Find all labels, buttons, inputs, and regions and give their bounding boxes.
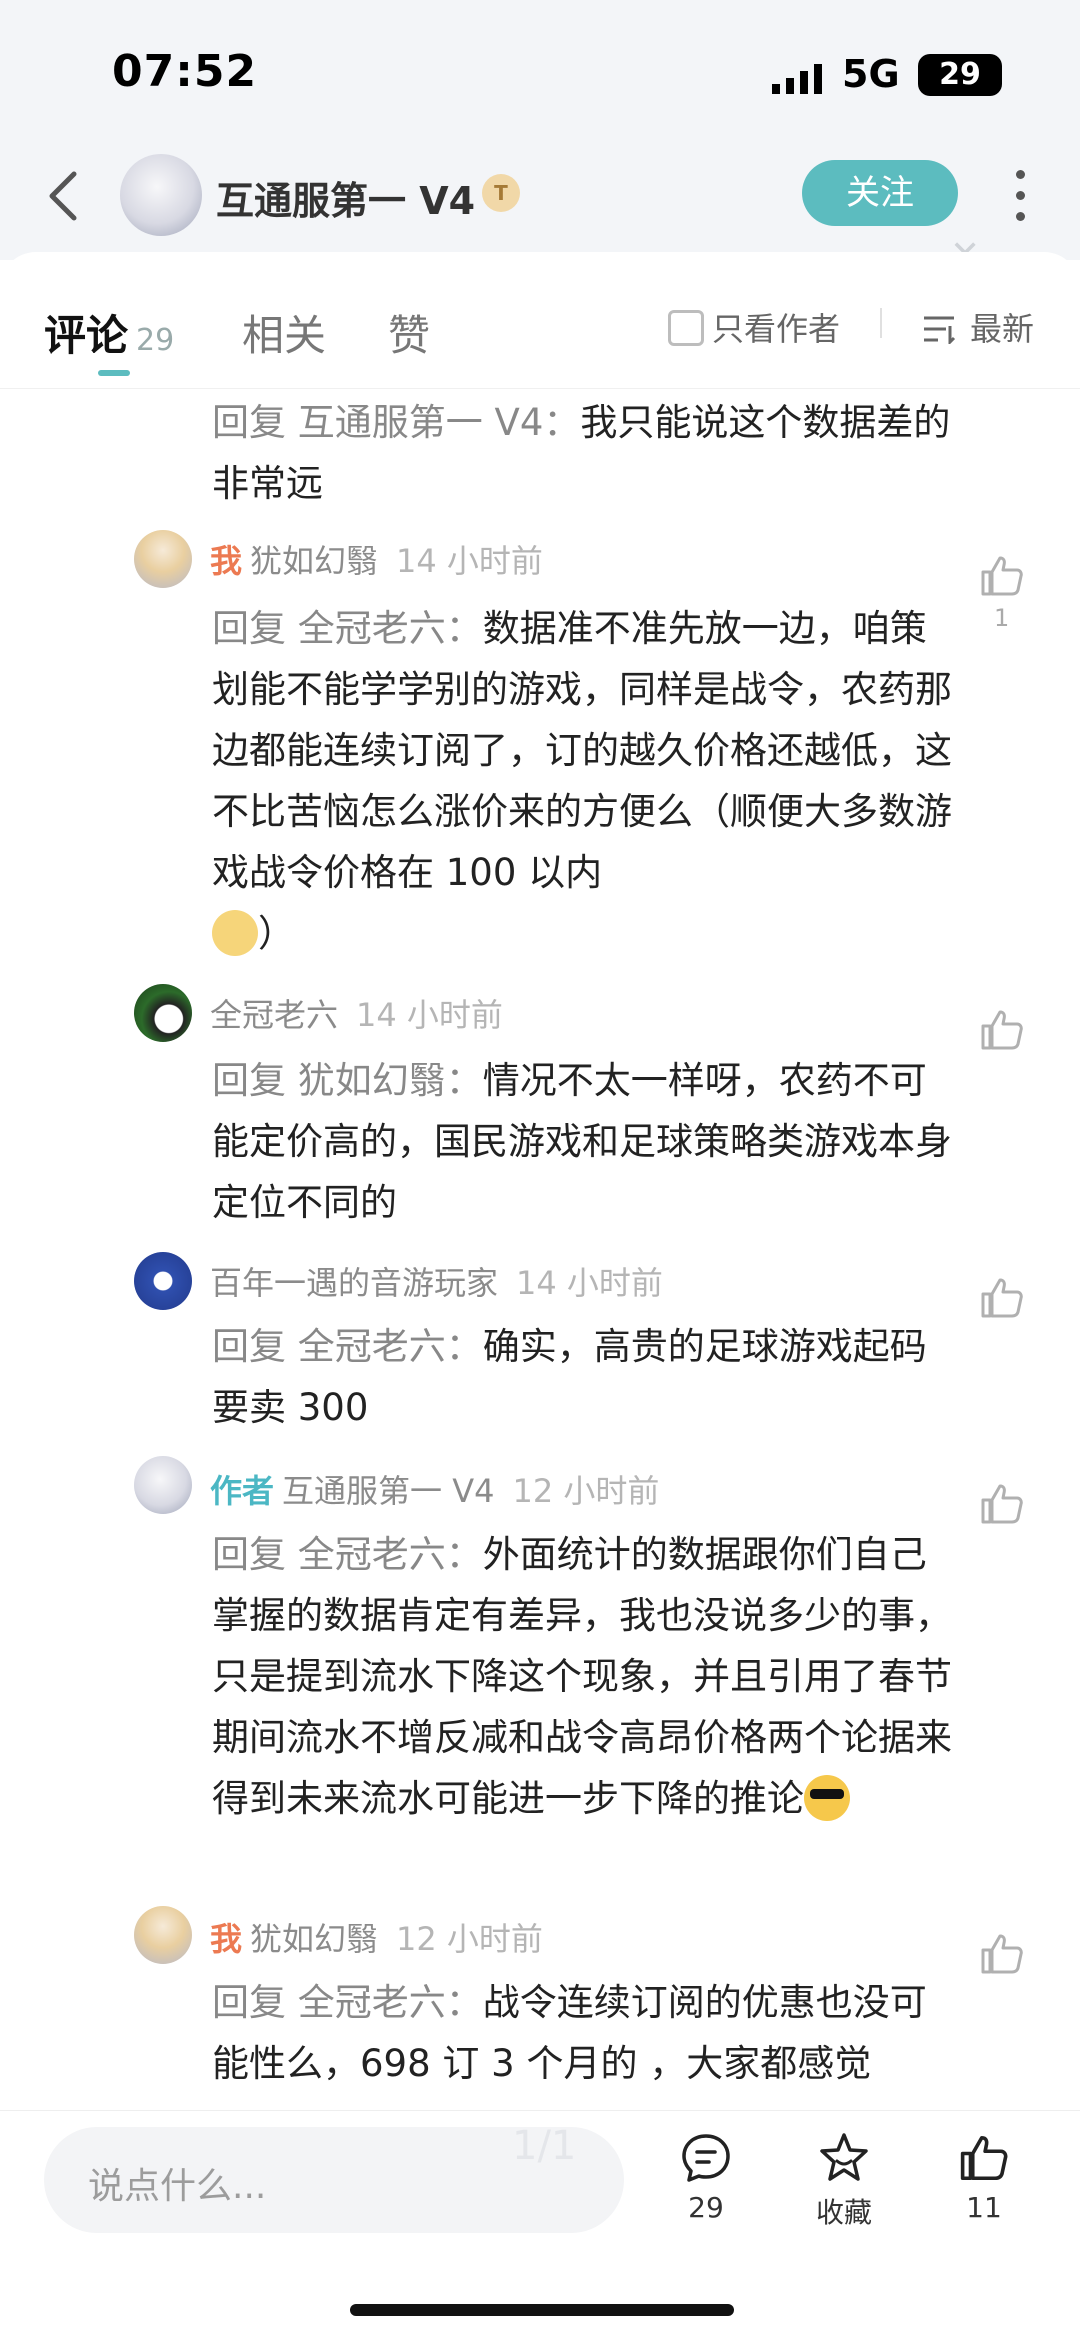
comment-time: 14 小时前 xyxy=(516,1264,663,1302)
comment-time: 14 小时前 xyxy=(356,996,503,1034)
reply-text[interactable]: 回复 全冠老六：外面统计的数据跟你们自己掌握的数据肯定有差异，我也没说多少的事，… xyxy=(212,1524,958,1829)
avatar[interactable] xyxy=(134,984,192,1042)
reply-prefix: 回复 全冠老六： xyxy=(212,1533,483,1576)
reply-text[interactable]: 回复 全冠老六：确实，高贵的足球游戏起码要卖 300 xyxy=(212,1316,958,1438)
thumbs-up-icon[interactable] xyxy=(978,1274,1026,1322)
comment-time: 14 小时前 xyxy=(396,542,543,580)
comment-tabs: 评论 29 相关 赞 只看作者 最新 xyxy=(0,252,1080,389)
thumbs-up-icon xyxy=(960,2135,1008,2181)
tab-comments[interactable]: 评论 29 xyxy=(44,302,174,363)
reply-text[interactable]: 回复 互通服第一 V4：我只能说这个数据差的非常远 xyxy=(212,392,958,514)
battery-indicator: 29 xyxy=(918,54,1002,96)
thumbs-up-icon[interactable] xyxy=(978,1930,1026,1978)
emoji-icon xyxy=(212,910,258,956)
only-author-toggle[interactable]: 只看作者 xyxy=(668,304,840,350)
comment-author[interactable]: 犹如幻翳 xyxy=(250,542,378,580)
thumbs-up-icon[interactable] xyxy=(978,1006,1026,1054)
sort-button[interactable]: 最新 xyxy=(922,304,1034,350)
avatar[interactable] xyxy=(134,1906,192,1964)
like-count: 1 xyxy=(994,604,1010,632)
reply-prefix: 回复 全冠老六： xyxy=(212,1325,483,1368)
reply-body: 数据准不准先放一边，咱策划能不能学学别的游戏，同样是战令，农药那边都能连续订阅了… xyxy=(212,607,952,894)
comment-meta: 全冠老六 14 小时前 xyxy=(210,990,503,1036)
comment-time: 12 小时前 xyxy=(512,1472,660,1510)
network-type: 5G xyxy=(842,52,900,96)
reply-prefix: 回复 全冠老六： xyxy=(212,607,483,650)
status-bar: 07:52 5G 29 xyxy=(0,0,1080,130)
reply-text[interactable]: 回复 犹如幻翳：情况不太一样呀，农药不可能定价高的，国民游戏和足球策略类游戏本身… xyxy=(212,1050,958,1233)
signal-icon xyxy=(772,64,822,94)
favorite-label: 收藏 xyxy=(815,2196,872,2229)
sort-label: 最新 xyxy=(970,310,1035,348)
back-arrow-icon[interactable] xyxy=(40,168,90,224)
author-avatar[interactable] xyxy=(120,154,202,236)
emoji-icon xyxy=(804,1775,850,1821)
comment-author[interactable]: 犹如幻翳 xyxy=(250,1920,378,1958)
only-author-label: 只看作者 xyxy=(712,310,841,348)
tab-related[interactable]: 相关 xyxy=(242,302,326,363)
divider xyxy=(880,308,882,338)
tab-comments-label: 评论 xyxy=(44,311,129,360)
reply-prefix: 回复 犹如幻翳： xyxy=(212,1059,483,1102)
comment-author[interactable]: 百年一遇的音游玩家 xyxy=(210,1264,498,1302)
author-tag: 作者 xyxy=(210,1472,275,1510)
comment-bubble-icon xyxy=(682,2134,730,2182)
me-tag: 我 xyxy=(210,1920,243,1958)
status-time: 07:52 xyxy=(112,46,258,97)
avatar[interactable] xyxy=(134,530,192,588)
comments-button[interactable]: 29 xyxy=(646,2131,766,2224)
profile-header: 互通服第一 V4 T 关注 xyxy=(0,140,1080,250)
like-count: 11 xyxy=(966,2191,1002,2224)
thumbs-up-icon[interactable] xyxy=(978,1480,1026,1528)
like-button[interactable]: 11 xyxy=(924,2131,1044,2224)
page-indicator: 1/1 xyxy=(512,2123,577,2169)
reply-body-tail: ） xyxy=(258,912,295,955)
comment-meta: 百年一遇的音游玩家 14 小时前 xyxy=(210,1258,663,1304)
thumbs-up-icon[interactable] xyxy=(978,552,1026,600)
comment-meta: 我犹如幻翳 12 小时前 xyxy=(210,1914,543,1960)
comment-time: 12 小时前 xyxy=(396,1920,543,1958)
reply-prefix: 回复 互通服第一 V4： xyxy=(212,401,581,444)
avatar[interactable] xyxy=(134,1456,192,1514)
reply-text[interactable]: 回复 全冠老六：数据准不准先放一边，咱策划能不能学学别的游戏，同样是战令，农药那… xyxy=(212,598,958,964)
level-badge-icon: T xyxy=(482,174,520,212)
tab-likes[interactable]: 赞 xyxy=(388,302,430,363)
reply-prefix: 回复 全冠老六： xyxy=(212,1981,483,2024)
me-tag: 我 xyxy=(210,542,243,580)
comments-count: 29 xyxy=(688,2191,724,2224)
follow-button[interactable]: 关注 xyxy=(802,160,958,226)
active-tab-indicator xyxy=(98,370,130,376)
tab-comments-count: 29 xyxy=(136,323,175,358)
comment-input-placeholder: 说点什么... xyxy=(88,2166,267,2207)
author-name[interactable]: 互通服第一 V4 xyxy=(216,170,475,225)
more-options-icon[interactable] xyxy=(1010,170,1030,230)
reply-text[interactable]: 回复 全冠老六：战令连续订阅的优惠也没可能性么，698 订 3 个月的 ，大家都… xyxy=(212,1972,958,2108)
comment-author[interactable]: 全冠老六 xyxy=(210,996,338,1034)
comment-author[interactable]: 互通服第一 V4 xyxy=(282,1472,494,1510)
favorite-button[interactable]: 收藏 xyxy=(784,2131,904,2231)
avatar[interactable] xyxy=(134,1252,192,1310)
home-indicator xyxy=(350,2304,734,2316)
sort-icon xyxy=(924,316,956,344)
reply-body: 外面统计的数据跟你们自己掌握的数据肯定有差异，我也没说多少的事，只是提到流水下降… xyxy=(212,1533,952,1820)
comment-meta: 作者 互通服第一 V4 12 小时前 xyxy=(210,1466,659,1512)
star-icon xyxy=(820,2133,868,2181)
checkbox-icon[interactable] xyxy=(668,310,704,346)
comment-meta: 我犹如幻翳 14 小时前 xyxy=(210,536,543,582)
